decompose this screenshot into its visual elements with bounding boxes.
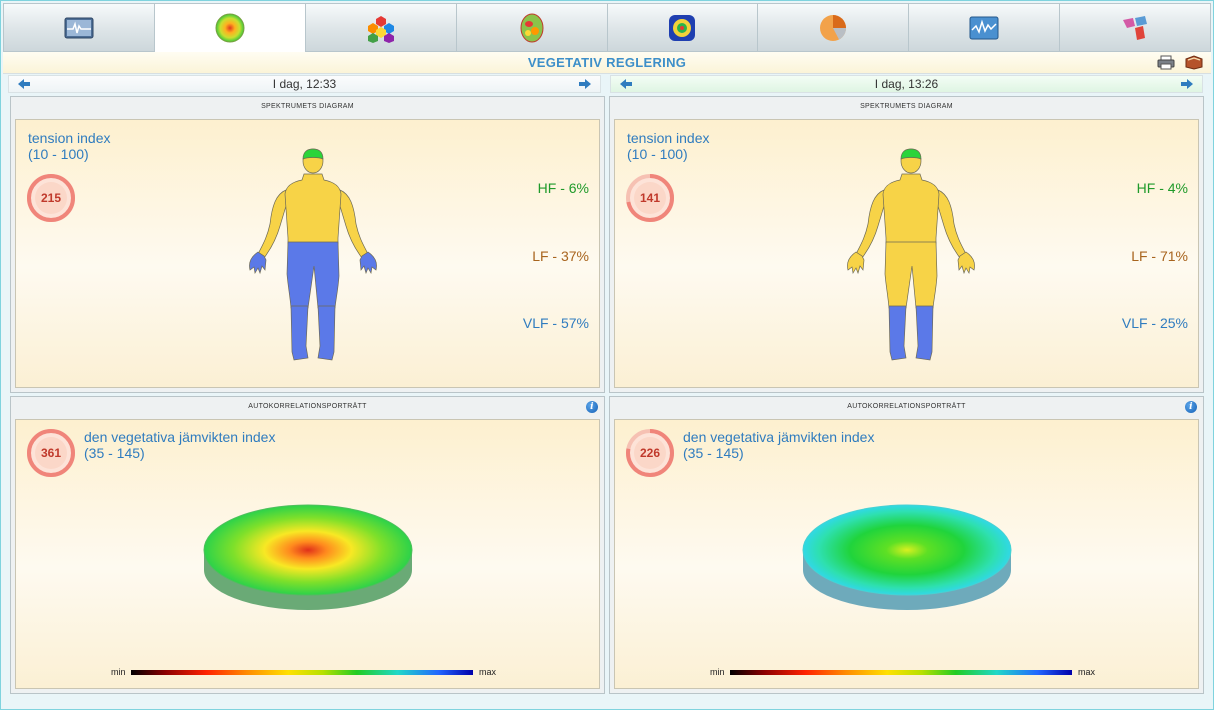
autocorrelation-panel-left: AUTOKORRELATIONSPORTRÄTT i 361 den veget… [10,396,605,694]
session-date-label: I dag, 12:33 [272,77,337,91]
panel-header: AUTOKORRELATIONSPORTRÄTT i [11,397,604,417]
right-arm [339,189,369,259]
lower-legs [290,305,336,361]
gauge-value: 141 [639,191,661,205]
lf-percent: LF - 71% [1131,248,1188,264]
torso [284,173,342,245]
vlf-percent: VLF - 25% [1121,315,1188,331]
index-name: den vegetativa jämvikten index [683,429,875,445]
index-range: (10 - 100) [28,146,89,162]
tab-vegetative[interactable] [154,3,306,52]
panel-header-label: AUTOKORRELATIONSPORTRÄTT [847,403,966,410]
printer-icon[interactable] [1157,55,1175,70]
tab-rhythm[interactable] [909,3,1061,52]
index-name: tension index [28,130,111,146]
upper-legs [286,241,340,309]
book-icon[interactable] [1185,55,1203,70]
hexagon-cluster-icon [367,15,394,43]
rhythm-graph-icon [969,16,999,39]
ecg-monitor-icon [64,17,94,38]
arrow-right-icon[interactable] [578,78,592,90]
scale-min-label: min [710,667,725,677]
arrow-right-icon[interactable] [1180,78,1194,90]
balance-index-label: den vegetativa jämvikten index (35 - 145… [683,429,874,461]
tab-puzzle[interactable] [1060,3,1211,52]
scale-max-label: max [1078,667,1096,677]
index-range: (10 - 100) [627,146,688,162]
module-toolbar [3,3,1211,52]
scale-min-label: min [111,667,126,677]
tab-chakras[interactable] [607,3,759,52]
session-date-bar-right: I dag, 13:26 [610,75,1203,93]
autocorrelation-panel-right: AUTOKORRELATIONSPORTRÄTT i 226 den veget… [609,396,1204,694]
hf-percent: HF - 4% [1136,180,1188,196]
spectrum-panel-left: SPEKTRUMETS DIAGRAM tension index (10 - … [10,96,605,393]
head-crown [900,148,922,160]
tension-gauge: 141 [625,173,675,223]
spectrum-panel-right: SPEKTRUMETS DIAGRAM tension index (10 - … [609,96,1204,393]
right-arm [937,189,967,259]
tab-ecg[interactable] [3,3,155,52]
tab-brain[interactable] [456,3,608,52]
session-date-label: I dag, 13:26 [874,77,939,91]
tab-pie[interactable] [758,3,910,52]
tension-index-label: tension index (10 - 100) [28,130,111,162]
panel-header: SPEKTRUMETS DIAGRAM [261,103,354,110]
tension-index-label: tension index (10 - 100) [627,130,710,162]
gauge-value: 226 [639,446,661,460]
index-name: tension index [627,130,710,146]
lf-percent: LF - 37% [532,248,589,264]
gauge-value: 361 [40,446,62,460]
left-arm [855,189,885,259]
autocorrelation-disk [203,504,413,610]
upper-legs [884,241,938,309]
left-arm [257,189,287,259]
hf-percent: HF - 6% [537,180,589,196]
session-date-bar-left: I dag, 12:33 [8,75,601,93]
heat-spot-icon [215,13,245,43]
chakra-circle-icon [669,14,696,41]
spectrum-diagram: tension index (10 - 100) 215 HF - 6% LF … [15,119,600,388]
index-range: (35 - 145) [683,445,744,461]
pie-chart-icon [820,14,847,41]
gauge-value: 215 [40,191,62,205]
panel-header: AUTOKORRELATIONSPORTRÄTT i [610,397,1203,417]
autocorrelation-disk [802,504,1012,610]
title-bar: VEGETATIV REGLERING [3,52,1211,74]
brain-map-icon [520,13,544,42]
balance-index-label: den vegetativa jämvikten index (35 - 145… [84,429,275,461]
color-scale-bar [730,670,1072,675]
balance-gauge: 226 [625,428,675,478]
balance-gauge: 361 [26,428,76,478]
head-crown [302,148,324,160]
info-icon[interactable]: i [1185,401,1197,413]
human-body-figure [249,148,377,361]
puzzle-pieces-icon [1123,15,1148,40]
vlf-percent: VLF - 57% [522,315,589,331]
info-icon[interactable]: i [586,401,598,413]
scale-max-label: max [479,667,497,677]
tension-gauge: 215 [26,173,76,223]
tab-hexagons[interactable] [305,3,457,52]
autocorrelation-portrait: 226 den vegetativa jämvikten index (35 -… [614,419,1199,689]
torso [882,173,940,245]
panel-header-label: AUTOKORRELATIONSPORTRÄTT [248,403,367,410]
color-scale-bar [131,670,473,675]
autocorrelation-portrait: 361 den vegetativa jämvikten index (35 -… [15,419,600,689]
page-title: VEGETATIV REGLERING [527,55,687,70]
index-range: (35 - 145) [84,445,145,461]
panel-header: SPEKTRUMETS DIAGRAM [860,103,953,110]
human-body-figure [847,148,975,361]
spectrum-diagram: tension index (10 - 100) 141 HF - 4% LF … [614,119,1199,388]
index-name: den vegetativa jämvikten index [84,429,276,445]
lower-legs [888,305,934,361]
